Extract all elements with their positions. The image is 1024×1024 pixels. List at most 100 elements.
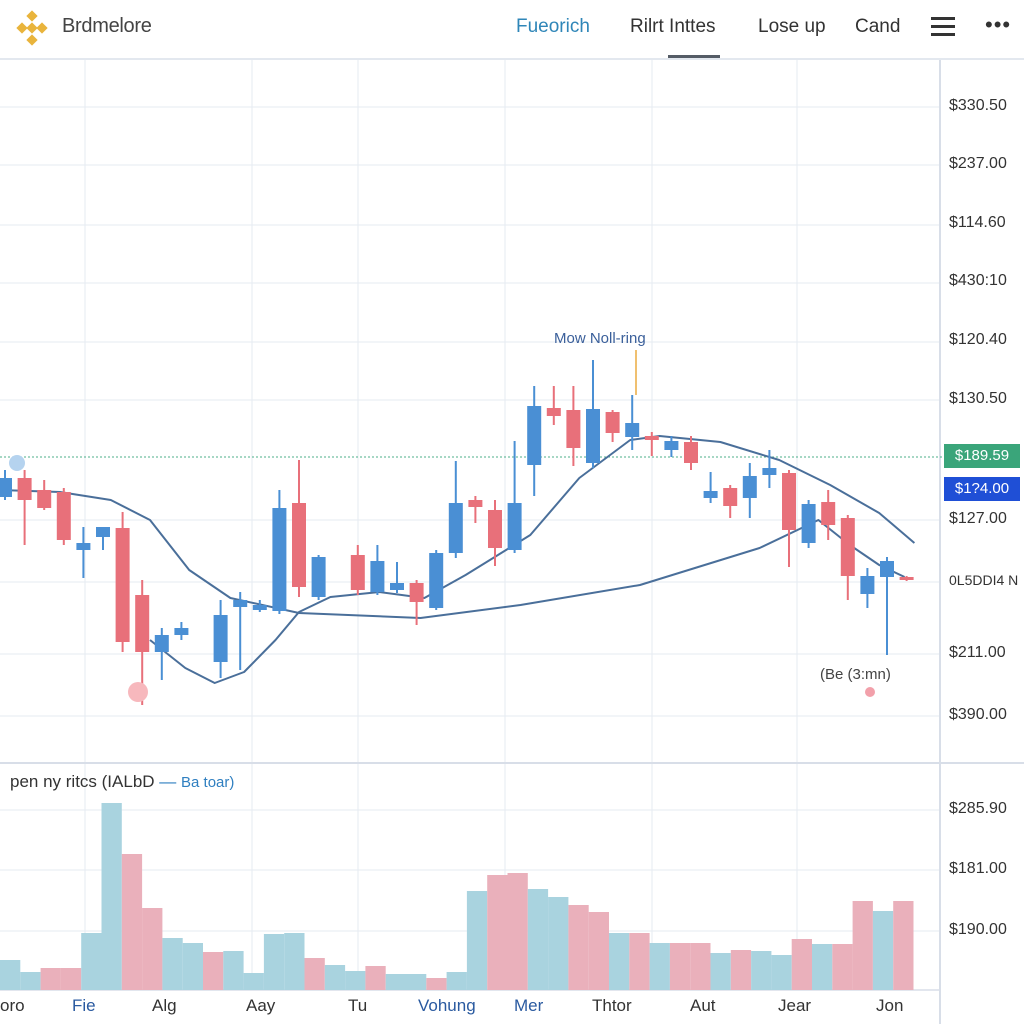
candle-body [840, 518, 855, 576]
candle-body [860, 576, 875, 594]
candle-body [899, 577, 914, 580]
candle-body [429, 553, 444, 608]
candle-body [468, 500, 483, 507]
candle-body [605, 412, 620, 433]
candle-body [821, 502, 836, 525]
volume-bar [893, 901, 914, 990]
volume-legend: pen ny ritcs (IALbD — Ba toar) [10, 772, 234, 792]
volume-bar [446, 972, 467, 990]
price-axis-label: $237.00 [949, 155, 1007, 172]
x-axis-label: Aay [246, 996, 276, 1015]
candle-body [135, 595, 150, 652]
more-dots-icon[interactable]: ••• [985, 12, 1011, 38]
volume-bar [751, 951, 772, 990]
volume-bar [548, 897, 569, 990]
diamond-logo-icon [16, 10, 48, 46]
candle-body [488, 510, 502, 548]
candle-body [390, 583, 404, 590]
candle-body [527, 406, 542, 465]
legend-main-text: pen ny ritcs (IALbD [10, 772, 155, 791]
volume-bar [690, 943, 711, 990]
volume-bar [365, 966, 386, 990]
volume-bar [791, 939, 812, 990]
candle-body [272, 508, 287, 611]
brand-name: Brdmelore [62, 15, 152, 37]
x-axis-label: Tu [348, 996, 368, 1015]
volume-bar [710, 953, 731, 990]
candle-body [350, 555, 365, 590]
volume-bar [771, 955, 792, 990]
volume-bar [345, 971, 366, 990]
candle-body [0, 478, 12, 497]
volume-bar [223, 951, 244, 990]
volume-bar [162, 938, 183, 990]
candle-body [664, 441, 679, 450]
volume-bar [121, 854, 143, 990]
volume-bar [852, 901, 873, 990]
volume-bar [182, 943, 203, 990]
volume-bar [40, 968, 61, 990]
last-price-tag: $189.59 [944, 444, 1020, 468]
volume-bar [872, 911, 894, 990]
price-axis-label: $120.40 [949, 331, 1007, 348]
volume-bar [426, 978, 447, 990]
x-axis-label: Aut [690, 996, 716, 1015]
candle-body [644, 436, 659, 440]
volume-bar [101, 803, 122, 990]
volume-bar [507, 873, 528, 990]
nav-item-fueorich[interactable]: Fueorich [516, 16, 590, 38]
volume-bar [730, 950, 752, 990]
active-tab-indicator [668, 55, 720, 58]
candle-body [507, 503, 522, 550]
legend-dash: — [159, 772, 177, 791]
volume-bar [669, 943, 691, 990]
price-axis-label: $330.50 [949, 97, 1007, 114]
marker-dot [128, 682, 148, 702]
candle-body [703, 491, 718, 498]
candle-body [723, 488, 738, 506]
x-axis-label: Fie [72, 996, 96, 1015]
candle-body [311, 557, 326, 597]
x-axis-label: Vohung [418, 996, 476, 1015]
volume-bar [60, 968, 82, 990]
volume-bar [466, 891, 488, 990]
candle-body [448, 503, 463, 553]
price-axis-label: $211.00 [949, 644, 1006, 661]
volume-bar [304, 958, 325, 990]
candle-body [233, 600, 248, 607]
volume-bar [487, 875, 508, 990]
hamburger-icon[interactable] [931, 17, 955, 37]
nav-item-lose-up[interactable]: Lose up [758, 16, 826, 38]
volume-bar [263, 934, 285, 990]
price-axis-label: $130.50 [949, 390, 1007, 407]
price-axis-label: $127.00 [949, 510, 1007, 527]
candle-body [17, 478, 32, 500]
volume-axis-label: $181.00 [949, 860, 1007, 877]
candle-body [213, 615, 228, 662]
legend-sub-text: Ba toar) [181, 774, 235, 791]
candle-body [782, 473, 796, 530]
volume-bar [81, 933, 102, 990]
volume-bar [629, 933, 650, 990]
volume-bar [324, 965, 346, 990]
candle-body [76, 543, 91, 550]
volume-bar [812, 944, 833, 990]
price-axis-label: $430:10 [949, 272, 1007, 289]
candle-body [154, 635, 169, 652]
volume-axis-label: $190.00 [949, 921, 1007, 938]
candle-body [252, 605, 267, 610]
volume-bar [609, 933, 630, 990]
volume-bar [588, 912, 609, 990]
volume-bar [568, 905, 589, 990]
nav-item-rilrt-inttes[interactable]: Rilrt Inttes [630, 16, 716, 38]
x-axis-label: Jon [876, 996, 904, 1015]
nav-item-cand[interactable]: Cand [855, 16, 900, 38]
candle-body [292, 503, 306, 587]
x-axis-label: Mer [514, 996, 544, 1015]
candle-body [370, 561, 385, 592]
price-axis-label: $390.00 [949, 706, 1007, 723]
x-axis-label: Jear [778, 996, 812, 1015]
chart-canvas[interactable] [0, 0, 1024, 1024]
volume-bar [284, 933, 305, 990]
candle-body [546, 408, 561, 416]
